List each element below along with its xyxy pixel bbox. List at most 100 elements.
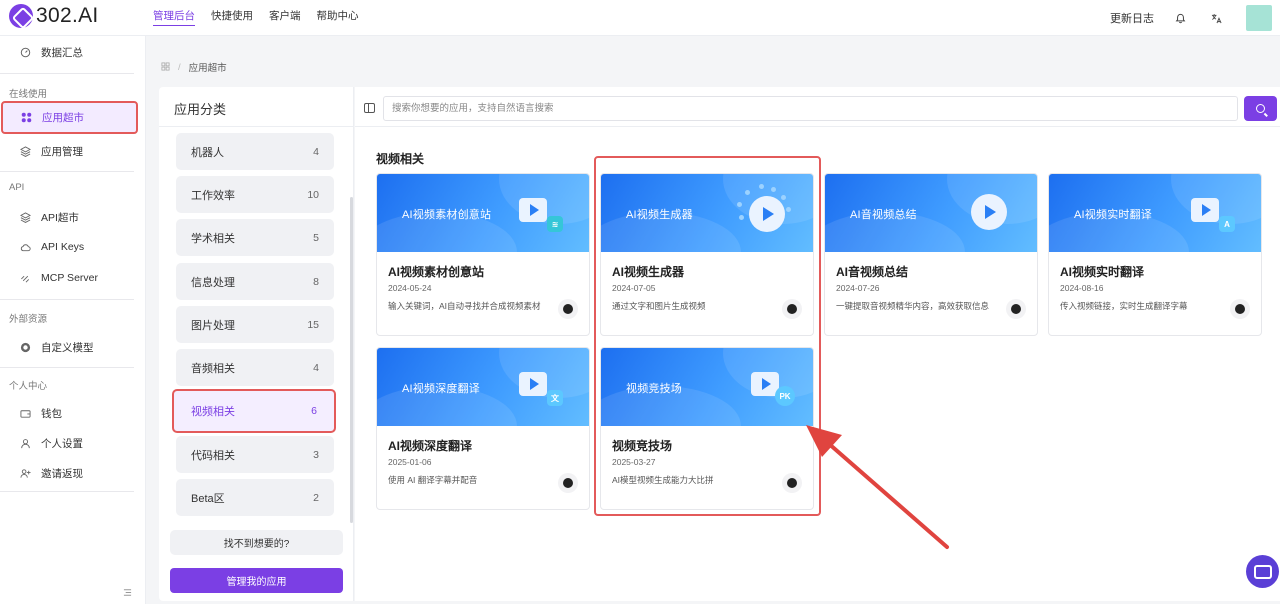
category-count: 5 xyxy=(313,231,319,244)
category-label: 音频相关 xyxy=(191,362,235,375)
app-card-video-generator[interactable]: AI视频生成器 AI视频生成器 2024-07-05 通过文字和图片生成视频 xyxy=(600,173,814,336)
sidebar-item-personal-settings[interactable]: 个人设置 xyxy=(0,430,138,456)
not-found-button[interactable]: 找不到想要的? xyxy=(170,530,343,555)
category-title: 应用分类 xyxy=(174,102,227,117)
sidebar-group-personal: 个人中心 xyxy=(9,381,48,392)
sidebar-item-api-market[interactable]: API超市 xyxy=(0,204,138,230)
category-item-code[interactable]: 代码相关 3 xyxy=(176,436,334,473)
sidebar-item-label: API Keys xyxy=(41,241,85,253)
section-title: 视频相关 xyxy=(376,152,425,166)
card-desc: AI模型视频生成能力大比拼 xyxy=(612,475,714,485)
card-banner: AI视频实时翻译 A xyxy=(1049,174,1261,252)
sidebar-item-wallet[interactable]: 钱包 xyxy=(0,400,138,426)
category-count: 6 xyxy=(311,405,317,417)
sidebar-divider xyxy=(0,299,134,300)
sidebar: 数据汇总 在线使用 应用超市 应用管理 API API超市 API Keys M… xyxy=(0,36,146,604)
sidebar-item-label: API超市 xyxy=(41,211,79,224)
video-translate-icon: 文 xyxy=(519,368,563,406)
sidebar-item-app-manage[interactable]: 应用管理 xyxy=(0,138,138,164)
sidebar-item-invite[interactable]: 邀请返现 xyxy=(0,460,138,486)
dashboard-icon xyxy=(19,46,31,58)
card-name: AI视频实时翻译 xyxy=(1060,265,1145,279)
layers-icon xyxy=(19,145,31,157)
sidebar-item-mcp-server[interactable]: MCP Server xyxy=(0,265,138,291)
sidebar-item-label: 邀请返现 xyxy=(41,467,83,480)
category-label: 机器人 xyxy=(191,146,224,159)
cloud-icon xyxy=(19,241,31,253)
logo[interactable]: 302.AI xyxy=(9,4,99,28)
category-label: 学术相关 xyxy=(191,232,235,245)
top-nav: 管理后台 快捷使用 客户端 帮助中心 xyxy=(153,0,359,36)
nav-client[interactable]: 客户端 xyxy=(269,0,301,36)
sidebar-item-app-market[interactable]: 应用超市 xyxy=(1,101,138,134)
sidebar-item-label: 钱包 xyxy=(41,407,62,420)
category-item-robot[interactable]: 机器人 4 xyxy=(176,133,334,170)
category-divider xyxy=(159,126,354,127)
category-label: 视频相关 xyxy=(191,406,235,418)
app-card-av-summary[interactable]: AI音视频总结 AI音视频总结 2024-07-26 一键提取音视频精华内容，高… xyxy=(824,173,1038,336)
avatar[interactable] xyxy=(1246,5,1272,31)
changelog-link[interactable]: 更新日志 xyxy=(1110,10,1154,26)
card-name: AI视频生成器 xyxy=(612,265,685,279)
card-name: 视频竞技场 xyxy=(612,439,673,453)
category-panel: 应用分类 机器人 4 工作效率 10 学术相关 5 信息处理 8 图片处理 15… xyxy=(159,87,354,601)
github-icon[interactable] xyxy=(558,299,578,319)
category-count: 3 xyxy=(313,448,319,461)
card-banner: AI视频生成器 xyxy=(601,174,813,252)
github-icon[interactable] xyxy=(1006,299,1026,319)
app-card-video-arena[interactable]: 视频竞技场 PK 视频竞技场 2025-03-27 AI模型视频生成能力大比拼 xyxy=(600,347,814,510)
app-card-material-site[interactable]: AI视频素材创意站 ≋ AI视频素材创意站 2024-05-24 输入关键词，A… xyxy=(376,173,590,336)
chat-button[interactable] xyxy=(1246,555,1279,588)
top-right: 更新日志 xyxy=(1110,0,1280,36)
home-icon[interactable] xyxy=(161,61,170,73)
video-generate-icon xyxy=(737,184,791,232)
sidebar-group-online: 在线使用 xyxy=(9,89,48,100)
category-item-audio[interactable]: 音频相关 4 xyxy=(176,349,334,386)
category-item-image[interactable]: 图片处理 15 xyxy=(176,306,334,343)
card-banner: AI音视频总结 xyxy=(825,174,1037,252)
wallet-icon xyxy=(19,407,31,419)
sidebar-item-api-keys[interactable]: API Keys xyxy=(0,234,138,260)
bell-icon[interactable] xyxy=(1174,12,1186,24)
sidebar-item-custom-model[interactable]: 自定义模型 xyxy=(0,334,138,360)
category-label: 信息处理 xyxy=(191,276,235,289)
github-icon[interactable] xyxy=(782,299,802,319)
nav-quick-use[interactable]: 快捷使用 xyxy=(211,0,253,36)
category-count: 8 xyxy=(313,275,319,288)
category-item-video[interactable]: 视频相关 6 xyxy=(172,389,336,433)
video-stack-icon: ≋ xyxy=(519,194,563,232)
nav-admin[interactable]: 管理后台 xyxy=(153,0,195,36)
model-icon xyxy=(19,341,31,353)
sidebar-divider xyxy=(0,73,134,74)
manage-apps-button[interactable]: 管理我的应用 xyxy=(170,568,343,593)
category-count: 4 xyxy=(313,361,319,374)
github-icon[interactable] xyxy=(1230,299,1250,319)
card-banner: AI视频素材创意站 ≋ xyxy=(377,174,589,252)
sidebar-item-label: 应用超市 xyxy=(42,112,84,124)
logo-icon xyxy=(9,4,33,28)
sidebar-divider xyxy=(0,491,134,492)
category-item-academic[interactable]: 学术相关 5 xyxy=(176,219,334,256)
sidebar-item-dashboard[interactable]: 数据汇总 xyxy=(0,39,138,65)
app-card-deep-translate[interactable]: AI视频深度翻译 文 AI视频深度翻译 2025-01-06 使用 AI 翻译字… xyxy=(376,347,590,510)
sidebar-item-label: 应用管理 xyxy=(41,145,83,158)
invite-icon xyxy=(19,467,31,479)
logo-text: 302.AI xyxy=(36,4,99,27)
search-input[interactable]: 搜索你想要的应用，支持自然语言搜索 xyxy=(383,96,1238,121)
translate-icon[interactable] xyxy=(1210,12,1222,24)
search-button[interactable] xyxy=(1244,96,1277,121)
category-label: 图片处理 xyxy=(191,319,235,332)
nav-help[interactable]: 帮助中心 xyxy=(317,0,359,36)
sidebar-group-external: 外部资源 xyxy=(9,314,48,325)
card-date: 2024-05-24 xyxy=(388,283,432,293)
collapse-icon[interactable] xyxy=(123,588,132,600)
category-scrollbar[interactable] xyxy=(350,197,353,523)
sidebar-item-label: 个人设置 xyxy=(41,437,83,450)
category-item-efficiency[interactable]: 工作效率 10 xyxy=(176,176,334,213)
sidebar-toggle-icon[interactable] xyxy=(364,103,375,113)
category-item-info[interactable]: 信息处理 8 xyxy=(176,263,334,300)
github-icon[interactable] xyxy=(558,473,578,493)
sidebar-divider xyxy=(0,171,134,172)
app-card-realtime-translate[interactable]: AI视频实时翻译 A AI视频实时翻译 2024-08-16 传入视频链接，实时… xyxy=(1048,173,1262,336)
category-item-beta[interactable]: Beta区 2 xyxy=(176,479,334,516)
